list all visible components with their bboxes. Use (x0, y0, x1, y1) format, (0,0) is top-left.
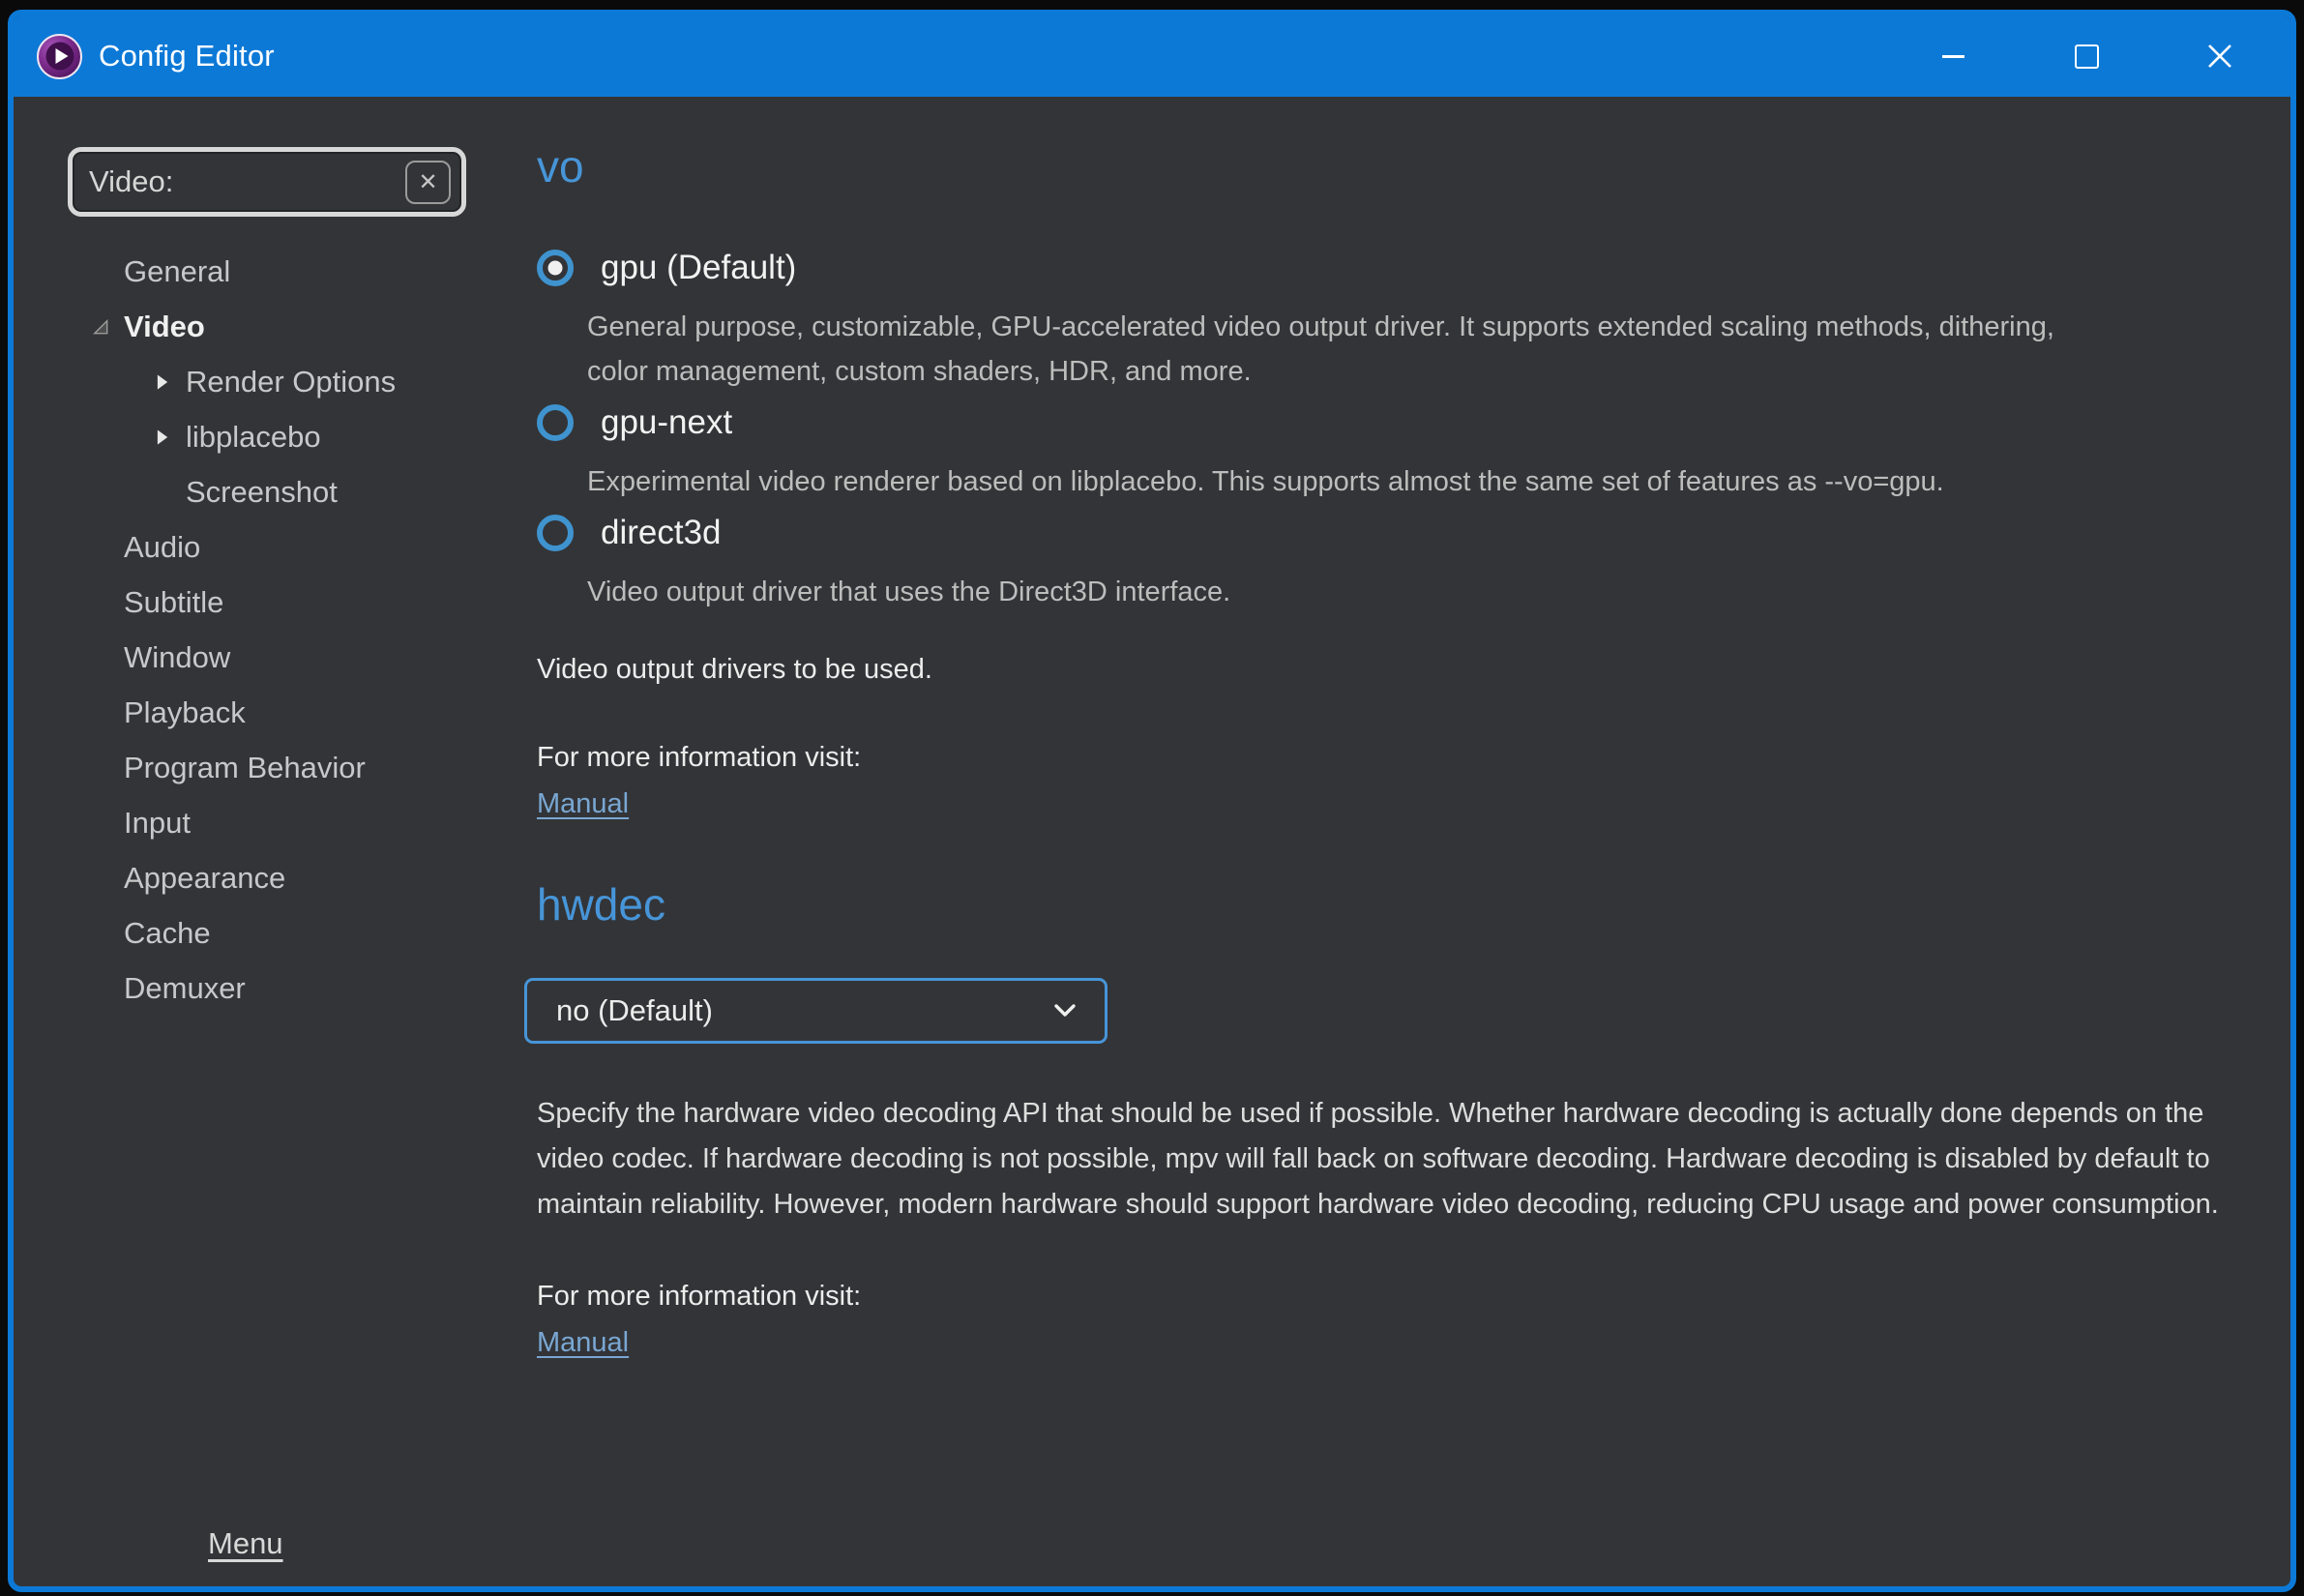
tree-item-demuxer[interactable]: Demuxer (68, 961, 478, 1016)
tree-item-libplacebo[interactable]: libplacebo (68, 409, 478, 464)
maximize-icon (2074, 44, 2099, 69)
tree-item-label: Input (124, 805, 191, 840)
tree-item-appearance[interactable]: Appearance (68, 850, 478, 905)
option-description: Video output driver that uses the Direct… (587, 576, 1231, 607)
manual-link[interactable]: Manual (537, 783, 629, 825)
settings-panel: vo gpu (Default) General purpose, custom… (478, 97, 2290, 1586)
tree-item-label: Subtitle (124, 584, 224, 619)
radio-label[interactable]: gpu-next (601, 403, 732, 442)
vo-option-direct3d: direct3d Video output driver that uses t… (537, 510, 2290, 614)
tree-item-audio[interactable]: Audio (68, 519, 478, 575)
tree-item-render-options[interactable]: Render Options (68, 354, 478, 409)
close-icon (2208, 44, 2231, 68)
radio-gpu[interactable] (537, 250, 574, 286)
tree-item-label: Playback (124, 695, 246, 729)
maximize-button[interactable] (2020, 15, 2153, 97)
radio-label[interactable]: gpu (Default) (601, 249, 796, 287)
tree-item-label: Render Options (186, 364, 397, 399)
hwdec-dropdown[interactable]: no (Default) (524, 978, 1108, 1044)
close-button[interactable] (2153, 15, 2287, 97)
vo-option-gpu-next: gpu-next Experimental video renderer bas… (537, 399, 2290, 504)
collapsed-arrow-icon[interactable] (143, 371, 180, 393)
tree-item-label: Cache (124, 915, 211, 950)
radio-row[interactable]: direct3d (537, 510, 2290, 556)
tree-item-label: Demuxer (124, 970, 246, 1005)
collapsed-arrow-icon[interactable] (143, 427, 180, 448)
radio-label[interactable]: direct3d (601, 514, 722, 552)
tree-item-playback[interactable]: Playback (68, 685, 478, 740)
vo-summary: Video output drivers to be used. (537, 654, 932, 685)
window-title: Config Editor (99, 39, 275, 73)
info-label: For more information visit: (537, 742, 862, 773)
tree-item-subtitle[interactable]: Subtitle (68, 575, 478, 630)
minimize-icon (1941, 54, 1964, 58)
mpv-logo-icon (37, 33, 82, 79)
tree-item-label: Program Behavior (124, 750, 366, 784)
tree-item-label: Appearance (124, 860, 286, 895)
tree-item-window[interactable]: Window (68, 630, 478, 685)
menu-link[interactable]: Menu (208, 1526, 283, 1561)
radio-row[interactable]: gpu-next (537, 399, 2290, 446)
radio-gpu-next[interactable] (537, 404, 574, 441)
clear-icon: ✕ (418, 168, 438, 195)
tree-item-label: General (124, 253, 231, 288)
search-input[interactable] (73, 164, 405, 199)
hwdec-info-block: For more information visit: Manual (537, 1275, 2290, 1364)
vo-info-block: For more information visit: Manual (537, 736, 2290, 825)
tree-item-input[interactable]: Input (68, 795, 478, 850)
expanded-arrow-icon[interactable] (81, 315, 118, 338)
vo-option-gpu: gpu (Default) General purpose, customiza… (537, 245, 2290, 394)
tree-item-label: Screenshot (186, 474, 338, 509)
tree-item-label: Audio (124, 529, 201, 564)
config-editor-window: Config Editor ✕ (8, 10, 2296, 1592)
minimize-button[interactable] (1886, 15, 2020, 97)
info-label: For more information visit: (537, 1281, 862, 1312)
hwdec-section-heading: hwdec (537, 879, 665, 930)
tree-item-label: Window (124, 639, 231, 674)
radio-row[interactable]: gpu (Default) (537, 245, 2290, 291)
tree-item-program-behavior[interactable]: Program Behavior (68, 740, 478, 795)
category-tree: General Video Render Options libplacebo … (68, 244, 478, 1016)
tree-item-cache[interactable]: Cache (68, 905, 478, 961)
tree-item-video[interactable]: Video (68, 299, 478, 354)
dropdown-value: no (Default) (556, 993, 713, 1027)
manual-link[interactable]: Manual (537, 1321, 629, 1364)
window-content: ✕ General Video (14, 97, 2290, 1586)
vo-section-heading: vo (537, 141, 584, 192)
tree-item-label: Video (124, 309, 205, 343)
hwdec-description: Specify the hardware video decoding API … (537, 1098, 2219, 1220)
option-description: Experimental video renderer based on lib… (587, 466, 1944, 497)
search-box: ✕ (68, 147, 466, 217)
tree-item-label: libplacebo (186, 419, 321, 454)
tree-item-screenshot[interactable]: Screenshot (68, 464, 478, 519)
radio-direct3d[interactable] (537, 515, 574, 551)
window-controls (1886, 15, 2287, 97)
chevron-down-icon (1054, 1004, 1076, 1017)
sidebar: ✕ General Video (14, 97, 478, 1586)
title-bar[interactable]: Config Editor (14, 15, 2290, 97)
option-description: General purpose, customizable, GPU-accel… (587, 311, 2054, 387)
clear-search-button[interactable]: ✕ (405, 160, 451, 204)
tree-item-general[interactable]: General (68, 244, 478, 299)
play-triangle-icon (55, 48, 69, 64)
